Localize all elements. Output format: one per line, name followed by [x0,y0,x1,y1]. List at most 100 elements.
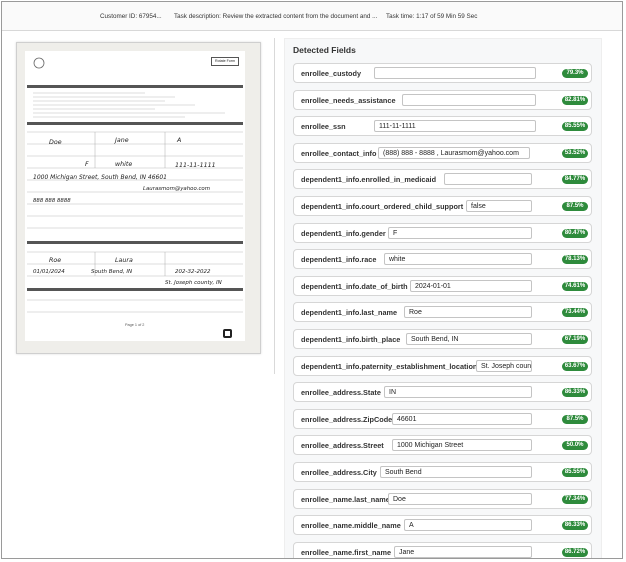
hw-dependent-last: Roe [49,257,62,264]
field-row: enrollee_address.City South Bend 85.55% [293,462,592,482]
confidence-badge: 74.61% [562,281,588,291]
field-label: enrollee_address.Street [301,441,384,451]
hw-dependent-first: Laura [115,257,133,264]
task-header: Customer ID: 67954... Task description: … [2,2,622,31]
confidence-badge: 84.77% [562,175,588,185]
field-value-input[interactable]: 46601 [392,412,532,425]
confidence-badge: 87.5% [562,202,588,211]
hw-phone: 888 888 8888 [33,198,71,204]
field-label: enrollee_contact_info [301,148,377,158]
field-label: enrollee_name.first_name [301,547,392,557]
hw-dependent-county: St. Joseph county, IN [165,280,222,286]
field-label: enrollee_ssn [301,122,346,132]
confidence-badge: 63.67% [562,361,588,371]
field-row: enrollee_custody 79.3% [293,63,592,83]
confidence-badge: 78.13% [562,255,588,265]
field-label: enrollee_address.ZipCode [301,414,393,424]
field-row: enrollee_address.Street 1000 Michigan Str… [293,435,592,456]
field-value-input[interactable]: (888) 888 - 8888 , Laurasmom@yahoo.com [378,146,530,159]
field-value-input[interactable] [402,93,536,106]
document-viewer: Rotate Form Doe Jane A 111-11-1111 F whi… [12,38,267,374]
confidence-badge: 53.52% [562,148,588,158]
field-label: enrollee_name.middle_name [301,521,401,531]
field-row: dependent1_info.last_name Roe 73.44% [293,302,592,323]
field-row: dependent1_info.birth_place South Bend, I… [293,329,592,349]
field-value-input[interactable]: A [404,519,532,532]
confidence-badge: 87.5% [562,414,588,424]
confidence-badge: 86.72% [562,547,588,557]
detected-fields-panel: Detected Fields enrollee_custody 79.3% enr… [284,38,602,558]
hw-first-name: Jane [115,137,129,144]
field-row: enrollee_needs_assistance 82.81% [293,89,592,110]
app-window: Customer ID: 67954... Task description: … [1,1,623,559]
field-value-input[interactable]: 1000 Michigan Street [392,439,532,452]
field-label: enrollee_address.City [301,468,377,477]
hw-last-name: Doe [49,139,62,146]
field-value-input[interactable]: St. Joseph county, IN [476,359,532,372]
field-value-input[interactable]: Roe [404,306,532,319]
field-value-input[interactable]: F [388,226,532,239]
field-row: dependent1_info.race white 78.13% [293,249,592,270]
confidence-badge: 86.33% [562,388,588,398]
field-value-input[interactable]: white [384,253,532,266]
page-number: Page 1 of 2 [125,323,145,327]
field-row: enrollee_ssn 111-11-1111 85.55% [293,116,592,137]
field-row: dependent1_info.date_of_birth 2024-01-01 7… [293,275,592,296]
confidence-badge: 77.34% [562,494,588,504]
field-value-input[interactable] [444,173,532,186]
task-description: Task description: Review the extracted c… [174,13,378,20]
field-row: dependent1_info.court_ordered_child_supp… [293,196,592,216]
confidence-badge: 85.55% [562,468,588,477]
field-row: dependent1_info.paternity_establishment_… [293,355,592,376]
confidence-badge: 73.44% [562,308,588,318]
hw-dependent-dob: 01/01/2024 [33,269,65,275]
field-label: enrollee_needs_assistance [301,95,396,105]
field-value-input[interactable]: IN [384,386,532,399]
field-label: enrollee_custody [301,69,362,78]
scanner-app-logo [223,328,239,340]
field-label: enrollee_name.last_name [301,494,390,504]
field-value-input[interactable]: 111-11-1111 [374,120,536,133]
hw-middle: A [177,137,182,144]
field-value-input[interactable]: Jane [394,545,532,558]
field-value-input[interactable]: South Bend, IN [406,333,532,345]
field-value-input[interactable]: Doe [388,492,532,505]
field-label: dependent1_info.birth_place [301,335,401,344]
confidence-badge: 67.19% [562,335,588,344]
pane-divider [274,38,275,374]
field-row: enrollee_name.first_name Jane 86.72% [293,541,592,558]
hw-dependent-phone: 202-32-2022 [175,269,211,275]
scanned-document[interactable]: Rotate Form Doe Jane A 111-11-1111 F whi… [16,42,261,354]
field-value-input[interactable] [374,67,536,79]
document-page: Rotate Form Doe Jane A 111-11-1111 F whi… [25,51,245,341]
hw-street: 1000 Michigan Street, South Bend, IN 466… [33,174,167,181]
field-label: dependent1_info.paternity_establishment_… [301,361,478,371]
field-label: dependent1_info.date_of_birth [301,281,408,291]
customer-id: Customer ID: 67954... [100,13,162,20]
confidence-badge: 80.47% [562,228,588,238]
confidence-badge: 79.3% [562,69,588,78]
field-value-input[interactable]: false [466,200,532,212]
hw-ssn: 111-11-1111 [175,162,216,169]
field-row: dependent1_info.gender F 80.47% [293,222,592,243]
field-label: enrollee_address.State [301,388,381,398]
field-value-input[interactable]: South Bend [380,466,532,478]
field-row: dependent1_info.enrolled_in_medicaid 84.7… [293,169,592,190]
field-row: enrollee_name.last_name Doe 77.34% [293,488,592,509]
rotate-form-button[interactable]: Rotate Form [211,57,239,66]
panel-title: Detected Fields [293,45,356,55]
hw-gender: F [85,161,89,168]
confidence-badge: 86.33% [562,521,588,531]
confidence-badge: 85.55% [562,122,588,132]
field-value-input[interactable]: 2024-01-01 [410,279,532,292]
field-label: dependent1_info.enrolled_in_medicaid [301,175,437,185]
confidence-badge: 50.0% [562,441,588,451]
field-label: dependent1_info.court_ordered_child_supp… [301,202,464,211]
field-row: enrollee_name.middle_name A 86.33% [293,515,592,536]
field-row: enrollee_address.State IN 86.33% [293,382,592,403]
field-label: dependent1_info.gender [301,228,386,238]
confidence-badge: 82.81% [562,95,588,105]
hw-race: white [115,161,133,168]
task-timer: Task time: 1:17 of 59 Min 59 Sec [386,13,478,20]
field-row: enrollee_contact_info (888) 888 - 8888 , … [293,142,592,163]
